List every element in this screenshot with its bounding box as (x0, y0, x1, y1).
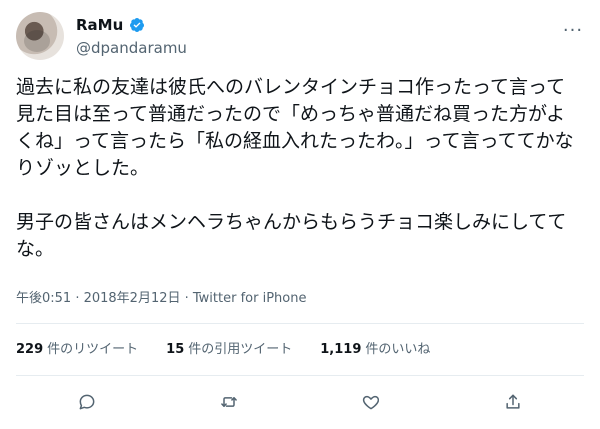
like-count-label: 件のいいね (365, 342, 431, 357)
share-button[interactable] (495, 384, 531, 420)
avatar[interactable] (16, 12, 64, 60)
author-name[interactable]: RaMu (76, 16, 123, 34)
reply-button[interactable] (69, 384, 105, 420)
tweet-timestamp[interactable]: 午後0:51 · 2018年2月12日 · Twitter for iPhone (16, 291, 306, 307)
retweet-button[interactable] (211, 384, 247, 420)
retweet-count: 229 (16, 342, 44, 357)
quote-count-label: 件の引用ツイート (188, 342, 293, 357)
retweet-count-label: 件のリツイート (47, 342, 139, 357)
divider (16, 323, 584, 324)
retweet-icon (221, 397, 237, 407)
author-name-row: RaMu (76, 16, 145, 34)
like-count: 1,119 (320, 342, 362, 357)
like-count-link[interactable]: 1,119 件のいいね (320, 342, 430, 358)
quote-count: 15 (166, 342, 185, 357)
tweet-stats: 229 件のリツイート 15 件の引用ツイート 1,119 件のいいね (16, 342, 430, 358)
like-button[interactable] (353, 384, 389, 420)
reply-icon (79, 394, 95, 410)
tweet-header: RaMu @dpandaramu ··· (16, 10, 584, 62)
retweet-count-link[interactable]: 229 件のリツイート (16, 342, 138, 358)
author-handle[interactable]: @dpandaramu (76, 39, 187, 57)
verified-badge-icon (129, 17, 145, 33)
tweet-actions (16, 384, 584, 420)
more-options-icon[interactable]: ··· (562, 20, 584, 42)
divider (16, 375, 584, 376)
tweet-card: RaMu @dpandaramu ··· 過去に私の友達は彼氏へのバレンタインチ… (0, 0, 600, 429)
quote-count-link[interactable]: 15 件の引用ツイート (166, 342, 292, 358)
share-icon (506, 394, 520, 409)
heart-icon (362, 395, 380, 410)
tweet-text: 過去に私の友達は彼氏へのバレンタインチョコ作ったって言って見た目は至って普通だっ… (16, 76, 574, 260)
